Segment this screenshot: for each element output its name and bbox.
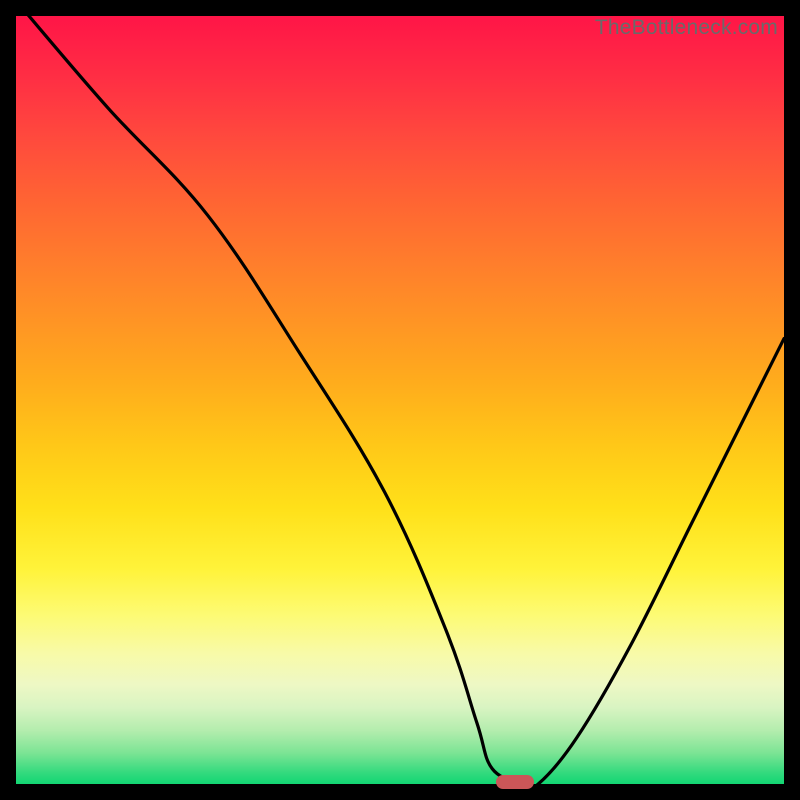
plot-area: TheBottleneck.com xyxy=(16,16,784,784)
optimal-marker xyxy=(496,775,534,789)
bottleneck-curve xyxy=(16,16,784,784)
chart-container: TheBottleneck.com xyxy=(0,0,800,800)
